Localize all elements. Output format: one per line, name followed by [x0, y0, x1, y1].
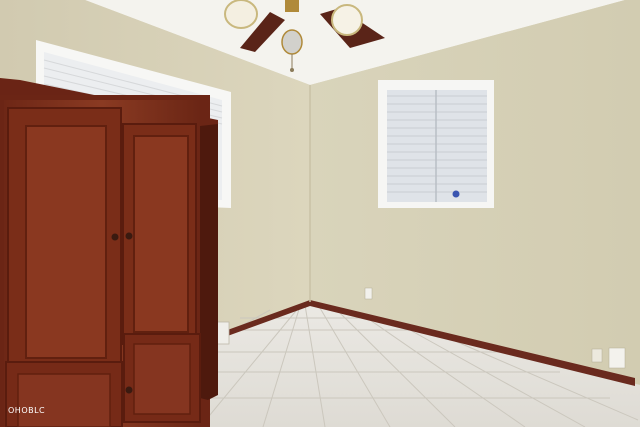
watermark-text: OHOBLC — [8, 406, 46, 415]
armoire-knob — [125, 386, 133, 394]
room-scene — [0, 0, 640, 427]
wall-plate — [608, 347, 626, 369]
armoire-knob — [125, 232, 133, 240]
wall-outlet — [364, 287, 373, 300]
armoire-knob — [111, 233, 119, 241]
watermark-logo: OHOBLC — [8, 406, 45, 415]
right-window — [378, 80, 494, 208]
wall-outlet-right — [591, 348, 603, 363]
armoire — [0, 78, 218, 427]
